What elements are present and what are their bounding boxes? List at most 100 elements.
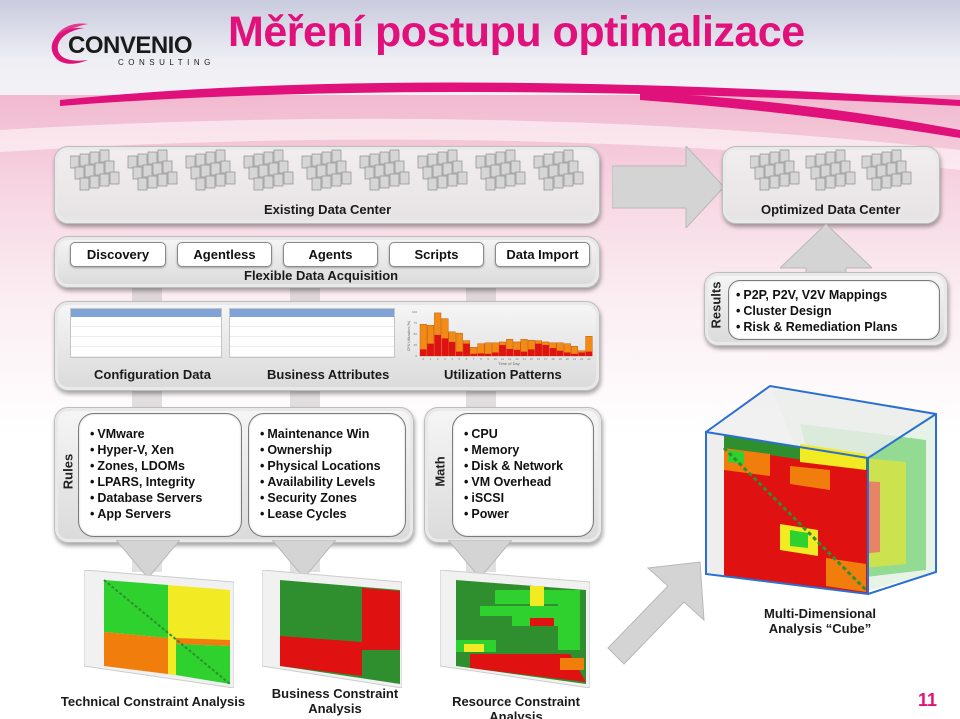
- rule-item: Hyper-V, Xen: [90, 442, 202, 458]
- math-item: CPU: [464, 426, 563, 442]
- average-bar: [448, 341, 456, 356]
- server-cluster-icon: [301, 149, 352, 191]
- server-rack-group: [750, 149, 912, 191]
- x-tick-label: 11: [501, 357, 504, 361]
- average-bar: [484, 353, 492, 356]
- average-bar: [528, 349, 535, 356]
- x-tick-label: 4: [451, 357, 453, 361]
- y-tick-label: 100: [412, 310, 417, 314]
- x-tick-label: 9: [487, 357, 489, 361]
- y-tick-label: 75: [414, 321, 418, 325]
- server-rack-group: [70, 149, 584, 191]
- results-list: P2P, P2V, V2V Mappings Cluster Design Ri…: [736, 287, 898, 335]
- right-arrow-icon: [612, 146, 724, 228]
- x-tick-label: 3: [444, 357, 446, 361]
- server-cluster-icon: [417, 149, 468, 191]
- average-bar: [506, 348, 513, 356]
- math-item: VM Overhead: [464, 474, 563, 490]
- x-tick-label: 15: [530, 357, 534, 361]
- server-cluster-icon: [127, 149, 178, 191]
- server-cluster-icon: [70, 149, 120, 191]
- math-item: Disk & Network: [464, 458, 563, 474]
- rules-label: Rules: [60, 453, 76, 490]
- x-tick-label: 22: [580, 357, 584, 361]
- analysis-cube: [705, 384, 937, 596]
- resource-analysis-caption: Resource Constraint Analysis: [452, 694, 580, 719]
- utilization-chart: CPU Utilization (%) Time of Day 01234567…: [407, 310, 593, 366]
- business-attributes-table: [229, 308, 395, 358]
- convenio-logo: CONVENIO CONSULTING: [44, 22, 224, 72]
- technical-constraint-matrix: [84, 570, 234, 688]
- rule-item: Security Zones: [260, 490, 381, 506]
- result-item: P2P, P2V, V2V Mappings: [736, 287, 898, 303]
- x-tick-label: 23: [587, 357, 591, 361]
- server-cluster-icon: [475, 149, 526, 191]
- configuration-data-table: [70, 308, 222, 358]
- business-rules-list: Maintenance Win Ownership Physical Locat…: [260, 426, 381, 522]
- x-tick-label: 7: [473, 357, 475, 361]
- results-label: Results: [708, 281, 724, 329]
- x-tick-label: 1: [430, 357, 432, 361]
- data-source-configuration: Configuration Data: [94, 367, 211, 382]
- page-number: 11: [918, 690, 938, 710]
- x-tick-label: 8: [480, 357, 482, 361]
- x-tick-label: 17: [544, 357, 548, 361]
- method-discovery[interactable]: Discovery: [70, 242, 166, 267]
- average-bar: [571, 353, 578, 356]
- logo-wordmark: CONVENIO: [68, 32, 193, 59]
- average-bar: [434, 334, 441, 356]
- x-tick-label: 16: [537, 357, 541, 361]
- result-item: Risk & Remediation Plans: [736, 319, 897, 335]
- business-analysis-caption: Business Constraint Analysis: [271, 686, 399, 716]
- average-bar: [456, 351, 463, 356]
- average-bar: [420, 349, 427, 356]
- logo-tagline: CONSULTING: [118, 58, 215, 67]
- average-bar: [542, 345, 549, 356]
- math-item: iSCSI: [464, 490, 563, 506]
- rule-item: Database Servers: [90, 490, 202, 506]
- average-bar: [513, 349, 521, 356]
- server-cluster-icon: [861, 149, 912, 191]
- result-item: Cluster Design: [736, 303, 898, 319]
- average-bar: [564, 352, 571, 356]
- rule-item: Ownership: [260, 442, 381, 458]
- method-agents[interactable]: Agents: [283, 242, 378, 267]
- rule-item: App Servers: [90, 506, 202, 522]
- x-tick-label: 10: [494, 357, 498, 361]
- chart-y-label: CPU Utilization (%): [407, 321, 411, 351]
- average-bar: [556, 350, 564, 356]
- page-title: Měření postupu optimalizace: [228, 8, 805, 56]
- x-tick-label: 6: [466, 357, 468, 361]
- server-cluster-icon: [359, 149, 410, 191]
- x-tick-label: 21: [573, 357, 577, 361]
- server-cluster-icon: [750, 149, 800, 191]
- data-source-utilization: Utilization Patterns: [444, 367, 562, 382]
- x-tick-label: 14: [522, 357, 526, 361]
- method-data-import[interactable]: Data Import: [495, 242, 590, 267]
- x-tick-label: 5: [458, 357, 460, 361]
- average-bar: [477, 353, 485, 356]
- server-cluster-icon: [805, 149, 856, 191]
- business-constraint-matrix: [262, 570, 402, 688]
- method-scripts[interactable]: Scripts: [389, 242, 484, 267]
- average-bar: [499, 345, 506, 356]
- average-bar: [492, 352, 499, 356]
- x-tick-label: 12: [508, 357, 512, 361]
- rule-item: Lease Cycles: [260, 506, 381, 522]
- server-cluster-icon: [533, 149, 584, 191]
- y-tick-label: 50: [414, 332, 418, 336]
- average-bar: [441, 338, 449, 356]
- cube-caption: Multi-Dimensional Analysis “Cube”: [764, 606, 876, 636]
- optimized-data-center-label: Optimized Data Center: [761, 202, 901, 217]
- rule-item: Physical Locations: [260, 458, 380, 474]
- math-item: Power: [464, 506, 563, 522]
- x-tick-label: 20: [566, 357, 570, 361]
- method-agentless[interactable]: Agentless: [177, 242, 272, 267]
- diagonal-arrow-icon: [607, 561, 705, 665]
- data-source-business: Business Attributes: [267, 367, 390, 382]
- math-label: Math: [432, 456, 448, 487]
- x-tick-label: 2: [437, 357, 439, 361]
- technical-rules-list: VMware Hyper-V, Xen Zones, LDOMs LPARS, …: [90, 426, 202, 522]
- technical-analysis-caption: Technical Constraint Analysis: [60, 694, 246, 709]
- x-tick-label: 19: [558, 357, 562, 361]
